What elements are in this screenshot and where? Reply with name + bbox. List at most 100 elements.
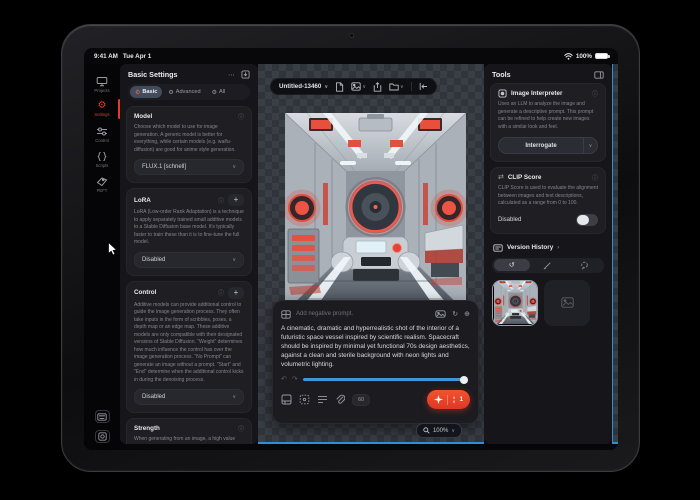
sidebar-item-scripts[interactable]: Scripts [84,147,120,171]
chevron-down-icon: ∨ [324,83,329,90]
edits-tab[interactable] [530,259,566,271]
save-settings-icon[interactable] [241,70,250,79]
canvas-size-icon[interactable] [281,394,292,405]
image-interpreter-icon [498,89,507,98]
model-dropdown[interactable]: FLUX.1 [schnell] ∨ [134,159,244,175]
negative-prompt-input[interactable]: Add negative prompt. [296,311,430,317]
more-options-icon[interactable]: ⋯ [228,71,235,79]
dropdown-value: Disabled [142,394,166,400]
redo-icon[interactable]: ↷ [292,376,298,383]
prompt-text-input[interactable]: A cinematic, dramatic and hyperrealistic… [281,324,470,369]
undo-icon[interactable]: ↶ [281,376,287,383]
canvas-area[interactable]: Untitled-13460 ∨ ∨ ∨ Add negative prompt… [258,64,484,444]
info-icon[interactable]: ⓘ [218,288,224,297]
section-title: Model [134,113,153,120]
section-description: Additive models can provide additional c… [134,301,244,383]
dropdown-value: FLUX.1 [schnell] [142,164,187,170]
sidebar-label: Scripts [95,162,109,168]
chevron-down-icon: ∨ [452,398,456,404]
collapse-sidebar-icon[interactable] [419,82,428,91]
zoom-control[interactable]: 100% ∨ [415,423,462,438]
control-dropdown[interactable]: Disabled ∨ [134,389,244,405]
history-tab[interactable]: ↺ [493,259,530,271]
attachment-icon[interactable] [335,394,345,405]
info-icon[interactable]: ⓘ [238,112,244,121]
settings-panel: Basic Settings ⋯ ⚙ Basic ⚙ Advanced ⚙ Al… [120,64,258,444]
toggle-label: Disabled [498,216,522,223]
version-thumbnail-selected[interactable] [492,279,538,326]
tab-label: Advanced [175,89,201,95]
photo-library-icon[interactable] [435,310,446,318]
sidebar-item-peft[interactable]: PEFT [84,172,120,196]
section-description: Uses an LLM to analyze the image and gen… [498,101,594,130]
tab-all[interactable]: ⚙ All [207,86,231,98]
gear-icon: ⚙ [97,100,107,111]
section-title: Image Interpreter [511,90,563,97]
add-control-button[interactable]: + [228,286,244,299]
import-image-button[interactable]: ∨ [351,82,366,91]
slider-thumb[interactable] [460,375,468,384]
prompt-history-icon[interactable]: ↻ [452,311,458,318]
gear-icon: ⚙ [135,89,141,96]
info-icon[interactable]: ⓘ [218,196,224,205]
status-date: Tue Apr 1 [122,52,152,60]
steps-badge[interactable]: 60 [352,393,371,406]
widgets-button[interactable] [94,430,110,443]
sidebar-label: Settings [94,112,110,117]
project-title: Untitled-13460 [279,83,322,90]
clip-score-toggle[interactable] [576,213,598,226]
version-thumbnail-empty[interactable] [544,279,590,326]
sidebar-item-control[interactable]: Control [84,122,120,146]
lora-section: LoRA ⓘ + LoRA (Low-order Rank Adaptation… [126,188,252,276]
version-history-header[interactable]: Version History › [484,239,612,252]
batch-stepper[interactable]: ∧ ∨ [452,396,455,403]
sidebar-label: Control [95,137,109,143]
chevron-down-icon: ∨ [232,164,236,170]
new-document-button[interactable] [335,81,344,92]
selection-icon[interactable] [299,394,310,405]
button-divider [447,394,449,405]
chevron-down-icon[interactable]: ∨ [583,138,597,153]
canvas-toolbar: Untitled-13460 ∨ ∨ ∨ [270,78,437,95]
info-icon[interactable]: ⓘ [238,424,244,433]
keyboard-button[interactable] [94,410,110,423]
status-bar: 9:41 AM Tue Apr 1 100% [84,48,618,64]
chevron-down-icon: ∨ [451,427,455,434]
chevron-down-icon: ∨ [232,256,236,263]
generate-button[interactable]: ∧ ∨ 1 [427,390,470,410]
project-folder-button[interactable]: ∨ [389,82,404,91]
tab-advanced[interactable]: ⚙ Advanced [163,86,205,98]
sidebar-item-projects[interactable]: Projects [84,72,120,96]
zoom-level: 100% [432,427,449,434]
mouse-cursor [108,242,118,256]
info-icon[interactable]: ⓘ [592,173,598,182]
lora-dropdown[interactable]: Disabled ∨ [134,251,244,268]
sidebar-item-settings[interactable]: ⚙ Settings [84,97,120,121]
panel-layout-icon[interactable] [594,70,604,79]
front-camera [349,33,354,38]
section-title: LoRA [134,196,151,204]
project-title-menu[interactable]: Untitled-13460 ∨ [279,83,328,90]
screenshot-stage: 9:41 AM Tue Apr 1 100% Projects ⚙ Settin… [0,0,700,500]
add-lora-button[interactable]: + [228,194,244,206]
prompt-card: Add negative prompt. ↻ ⊕ A cinematic, dr… [272,300,479,424]
section-description: Choose which model to use for image gene… [134,124,236,153]
info-icon[interactable]: ⓘ [592,89,598,98]
guidance-slider[interactable] [302,375,468,384]
tab-basic[interactable]: ⚙ Basic [130,86,163,98]
queue-icon[interactable] [317,395,328,404]
settings-panel-title: Basic Settings [128,70,178,79]
negative-prompt-toggle-icon[interactable] [281,309,291,319]
toolbar-divider [410,82,412,91]
magnifier-icon [423,427,430,434]
version-history-icon [493,243,503,252]
settings-tab-bar: ⚙ Basic ⚙ Advanced ⚙ All [128,84,250,100]
sliders-icon [96,126,108,137]
interrogate-button[interactable]: Interrogate ∨ [498,137,598,154]
dropdown-value: Disabled [142,256,166,263]
section-title: CLIP Score [507,174,542,181]
language-icon[interactable]: ⊕ [464,311,470,318]
share-button[interactable] [373,81,382,92]
clip-score-icon: ⇄ [498,174,504,181]
lasso-tab[interactable] [566,259,602,271]
